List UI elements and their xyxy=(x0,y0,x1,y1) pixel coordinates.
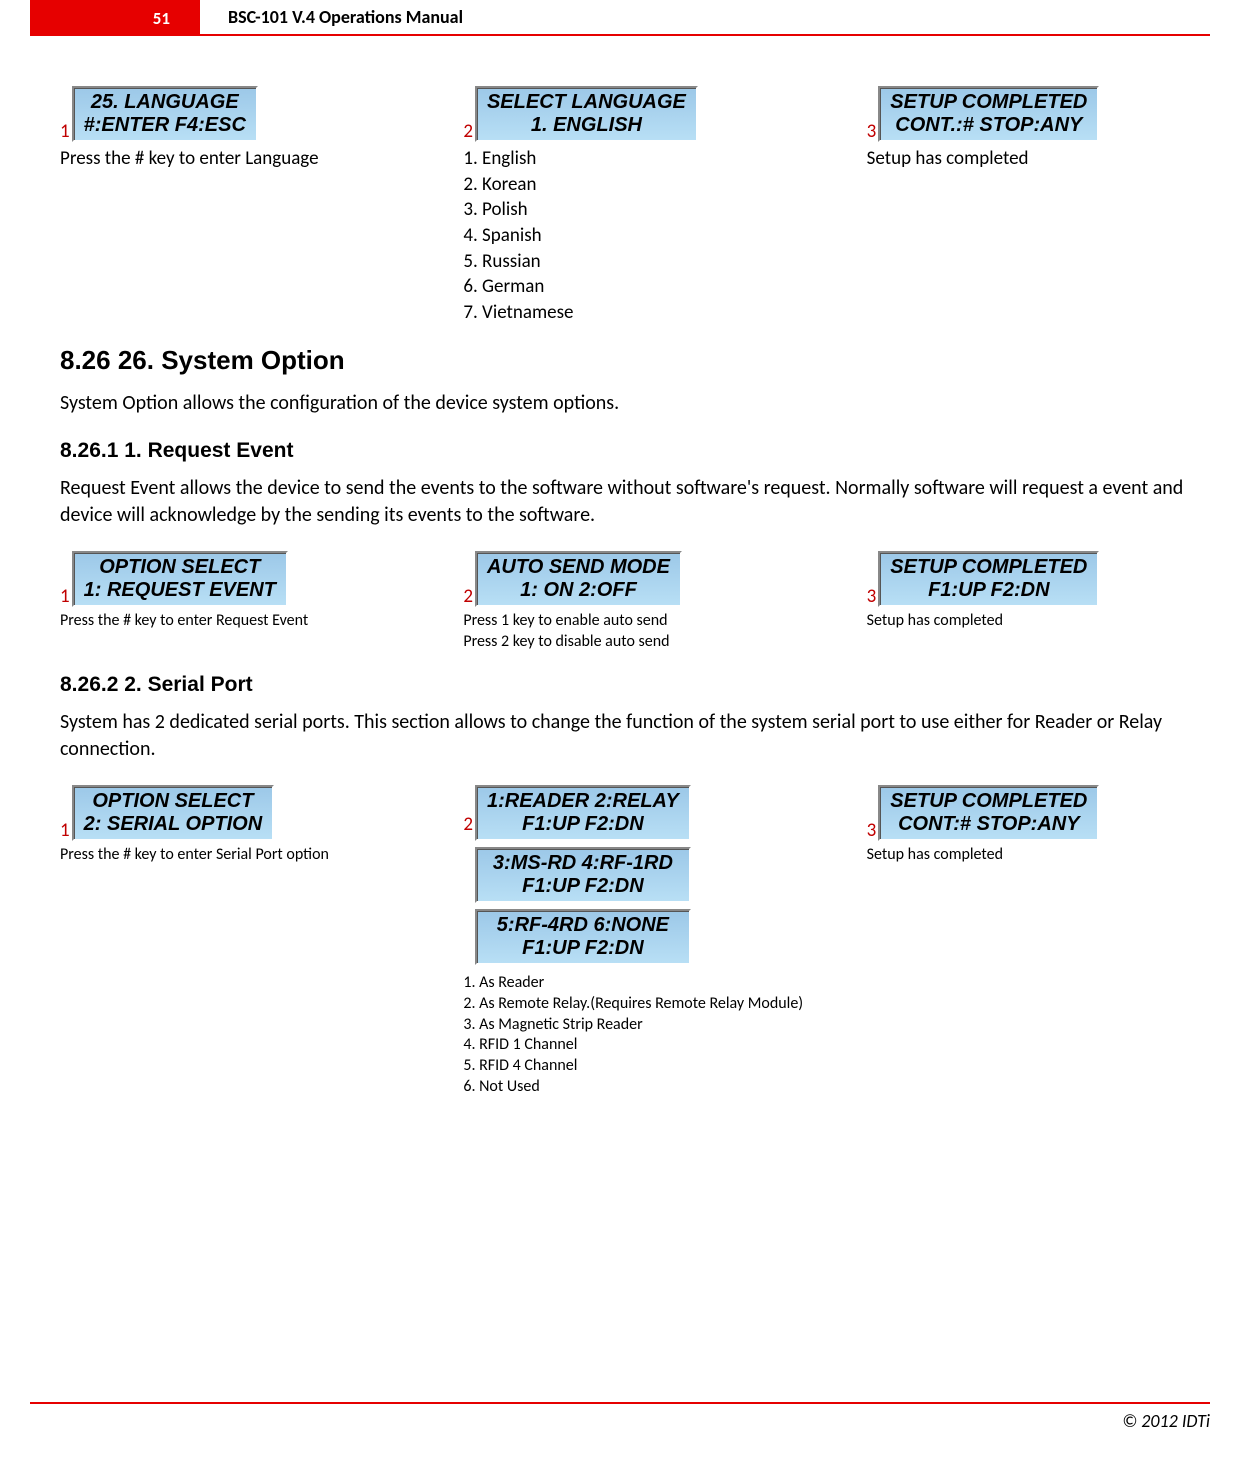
lcd-line: CONT.:# STOP:ANY xyxy=(895,114,1082,136)
lcd-line: #:ENTER F4:ESC xyxy=(84,114,246,136)
lcd-line: 25. LANGUAGE xyxy=(91,91,239,113)
paragraph: System has 2 dedicated serial ports. Thi… xyxy=(60,709,1210,763)
heading-system-option: 8.26 26. System Option xyxy=(60,345,1210,376)
lcd-line: F1:UP F2:DN xyxy=(928,579,1049,601)
list-item: 2. As Remote Relay.(Requires Remote Rela… xyxy=(463,994,803,1013)
list-item: 6. Not Used xyxy=(463,1077,539,1096)
lcd-display: SETUP COMPLETED CONT.:# STOP:ANY xyxy=(878,86,1099,142)
lcd-line: F1:UP F2:DN xyxy=(522,875,643,897)
lcd-line: SELECT LANGUAGE xyxy=(487,91,686,113)
list-item: 4. Spanish xyxy=(463,224,541,247)
paragraph: System Option allows the configuration o… xyxy=(60,390,1210,417)
step-number: 2 xyxy=(463,587,473,609)
step-caption: Press the # key to enter Request Event xyxy=(60,611,403,632)
lcd-display: OPTION SELECT 1: REQUEST EVENT xyxy=(72,551,288,607)
paragraph: Request Event allows the device to send … xyxy=(60,475,1210,529)
page-header: 51 BSC-101 V.4 Operations Manual xyxy=(30,0,1210,36)
step-caption: 1. As Reader 2. As Remote Relay.(Require… xyxy=(463,973,806,1098)
step-caption: Press the # key to enter Language xyxy=(60,146,403,172)
list-item: 6. German xyxy=(463,275,544,298)
serial-port-step-row: 1 OPTION SELECT 2: SERIAL OPTION Press t… xyxy=(60,785,1210,1098)
step-number: 1 xyxy=(60,587,70,609)
step-number: 1 xyxy=(60,821,70,843)
lcd-line: SETUP COMPLETED xyxy=(890,91,1087,113)
lcd-display: 1:READER 2:RELAY F1:UP F2:DN xyxy=(475,785,691,841)
lcd-line: CONT:# STOP:ANY xyxy=(898,813,1080,835)
step-number: 2 xyxy=(463,785,473,837)
step-number: 3 xyxy=(867,821,877,843)
lcd-display: SETUP COMPLETED F1:UP F2:DN xyxy=(878,551,1099,607)
lcd-line: F1:UP F2:DN xyxy=(522,813,643,835)
page-number-box: 51 xyxy=(30,0,200,36)
step-number: 2 xyxy=(463,122,473,144)
lcd-display: 25. LANGUAGE #:ENTER F4:ESC xyxy=(72,86,258,142)
step-caption: Setup has completed xyxy=(867,845,1210,866)
step-caption: 1. English 2. Korean 3. Polish 4. Spanis… xyxy=(463,146,806,325)
heading-serial-port: 8.26.2 2. Serial Port xyxy=(60,673,1210,697)
heading-request-event: 8.26.1 1. Request Event xyxy=(60,439,1210,463)
list-item: 5. RFID 4 Channel xyxy=(463,1056,577,1075)
lcd-line: 3:MS-RD 4:RF-1RD xyxy=(493,852,673,874)
list-item: 7. Vietnamese xyxy=(463,301,573,324)
step-number: 3 xyxy=(867,122,877,144)
list-item: 1. As Reader xyxy=(463,973,544,992)
list-item: 4. RFID 1 Channel xyxy=(463,1035,577,1054)
page-footer: © 2012 IDTi xyxy=(30,1402,1210,1432)
step-caption: Setup has completed xyxy=(867,146,1210,172)
language-step-row: 1 25. LANGUAGE #:ENTER F4:ESC Press the … xyxy=(60,86,1210,325)
page-number: 51 xyxy=(153,8,170,29)
list-item: 3. Polish xyxy=(463,198,527,221)
lcd-line: 1:READER 2:RELAY xyxy=(487,790,679,812)
lcd-display: 5:RF-4RD 6:NONE F1:UP F2:DN xyxy=(475,909,691,965)
step-number: 1 xyxy=(60,122,70,144)
list-item: Press 1 key to enable auto send xyxy=(463,611,667,630)
lcd-line: 1: REQUEST EVENT xyxy=(84,579,276,601)
lcd-line: AUTO SEND MODE xyxy=(487,556,670,578)
step-number: 3 xyxy=(867,587,877,609)
lcd-line: 2: SERIAL OPTION xyxy=(84,813,263,835)
list-item: 5. Russian xyxy=(463,250,540,273)
lcd-display: SELECT LANGUAGE 1. ENGLISH xyxy=(475,86,698,142)
list-item: 3. As Magnetic Strip Reader xyxy=(463,1015,642,1034)
lcd-line: 1: ON 2:OFF xyxy=(520,579,637,601)
lcd-line: F1:UP F2:DN xyxy=(522,937,643,959)
request-event-step-row: 1 OPTION SELECT 1: REQUEST EVENT Press t… xyxy=(60,551,1210,653)
lcd-line: SETUP COMPLETED xyxy=(890,790,1087,812)
step-caption: Press the # key to enter Serial Port opt… xyxy=(60,845,403,866)
lcd-line: 5:RF-4RD 6:NONE xyxy=(497,914,669,936)
step-caption: Setup has completed xyxy=(867,611,1210,632)
lcd-stack: 1:READER 2:RELAY F1:UP F2:DN 3:MS-RD 4:R… xyxy=(475,785,691,971)
lcd-line: OPTION SELECT xyxy=(99,556,260,578)
lcd-line: 1. ENGLISH xyxy=(531,114,642,136)
list-item: Press 2 key to disable auto send xyxy=(463,632,669,651)
step-caption: Press 1 key to enable auto send Press 2 … xyxy=(463,611,806,653)
lcd-line: OPTION SELECT xyxy=(92,790,253,812)
lcd-line: SETUP COMPLETED xyxy=(890,556,1087,578)
lcd-display: AUTO SEND MODE 1: ON 2:OFF xyxy=(475,551,682,607)
lcd-display: SETUP COMPLETED CONT:# STOP:ANY xyxy=(878,785,1099,841)
list-item: 2. Korean xyxy=(463,173,536,196)
lcd-display: 3:MS-RD 4:RF-1RD F1:UP F2:DN xyxy=(475,847,691,903)
manual-title: BSC-101 V.4 Operations Manual xyxy=(200,0,1210,36)
list-item: 1. English xyxy=(463,147,536,170)
lcd-display: OPTION SELECT 2: SERIAL OPTION xyxy=(72,785,275,841)
